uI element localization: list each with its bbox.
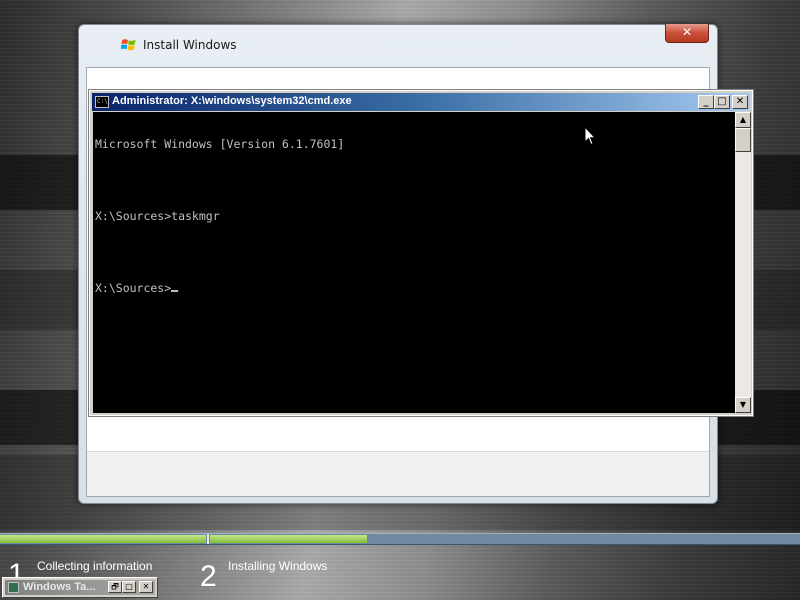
- step-number: 2: [200, 560, 217, 593]
- scroll-down-button[interactable]: ▼: [735, 397, 751, 413]
- step-label: Collecting information: [37, 559, 153, 573]
- console-line: X:\Sources>taskmgr: [95, 209, 220, 223]
- step-label: Installing Windows: [228, 559, 328, 573]
- taskmgr-restore-button[interactable]: 🗗: [108, 581, 122, 593]
- progress-divider: [207, 534, 209, 544]
- console-line: Microsoft Windows [Version 6.1.7601]: [95, 137, 345, 151]
- taskmgr-close-button[interactable]: ✕: [139, 581, 153, 593]
- scroll-up-button[interactable]: ▲: [735, 112, 751, 128]
- progress-segment-installing: [210, 535, 367, 543]
- cmd-close-button[interactable]: ✕: [732, 95, 748, 109]
- setup-window-title: Install Windows: [143, 38, 237, 52]
- setup-titlebar[interactable]: Install Windows ✕: [79, 24, 717, 65]
- windows-logo-icon: [121, 39, 136, 51]
- scroll-thumb[interactable]: [735, 128, 751, 152]
- taskmgr-title: Windows Ta...: [23, 581, 96, 593]
- cmd-icon[interactable]: C:\: [95, 96, 109, 108]
- cmd-maximize-button[interactable]: □: [714, 95, 730, 109]
- taskmgr-minimized-window[interactable]: Windows Ta... 🗗 □ ✕: [2, 577, 158, 598]
- cmd-console-output[interactable]: Microsoft Windows [Version 6.1.7601] X:\…: [93, 112, 735, 413]
- taskmgr-maximize-button[interactable]: □: [122, 581, 136, 593]
- cmd-titlebar[interactable]: C:\ Administrator: X:\windows\system32\c…: [92, 93, 750, 111]
- cmd-window: C:\ Administrator: X:\windows\system32\c…: [88, 89, 754, 417]
- cmd-minimize-button[interactable]: _: [698, 95, 714, 109]
- install-progress-bar: [0, 533, 800, 545]
- cmd-window-title: Administrator: X:\windows\system32\cmd.e…: [112, 95, 352, 107]
- cmd-scrollbar[interactable]: ▲ ▼: [735, 112, 751, 413]
- setup-close-button[interactable]: ✕: [665, 24, 709, 43]
- progress-segment-collecting: [0, 535, 206, 543]
- mouse-pointer-icon: [584, 126, 596, 146]
- text-cursor: [171, 290, 179, 292]
- taskmgr-titlebar[interactable]: Windows Ta... 🗗 □ ✕: [5, 580, 155, 595]
- taskmgr-icon: [8, 582, 19, 593]
- console-prompt: X:\Sources>: [95, 281, 172, 295]
- console-prompt-line: X:\Sources>: [95, 282, 735, 294]
- setup-footer: [87, 451, 709, 496]
